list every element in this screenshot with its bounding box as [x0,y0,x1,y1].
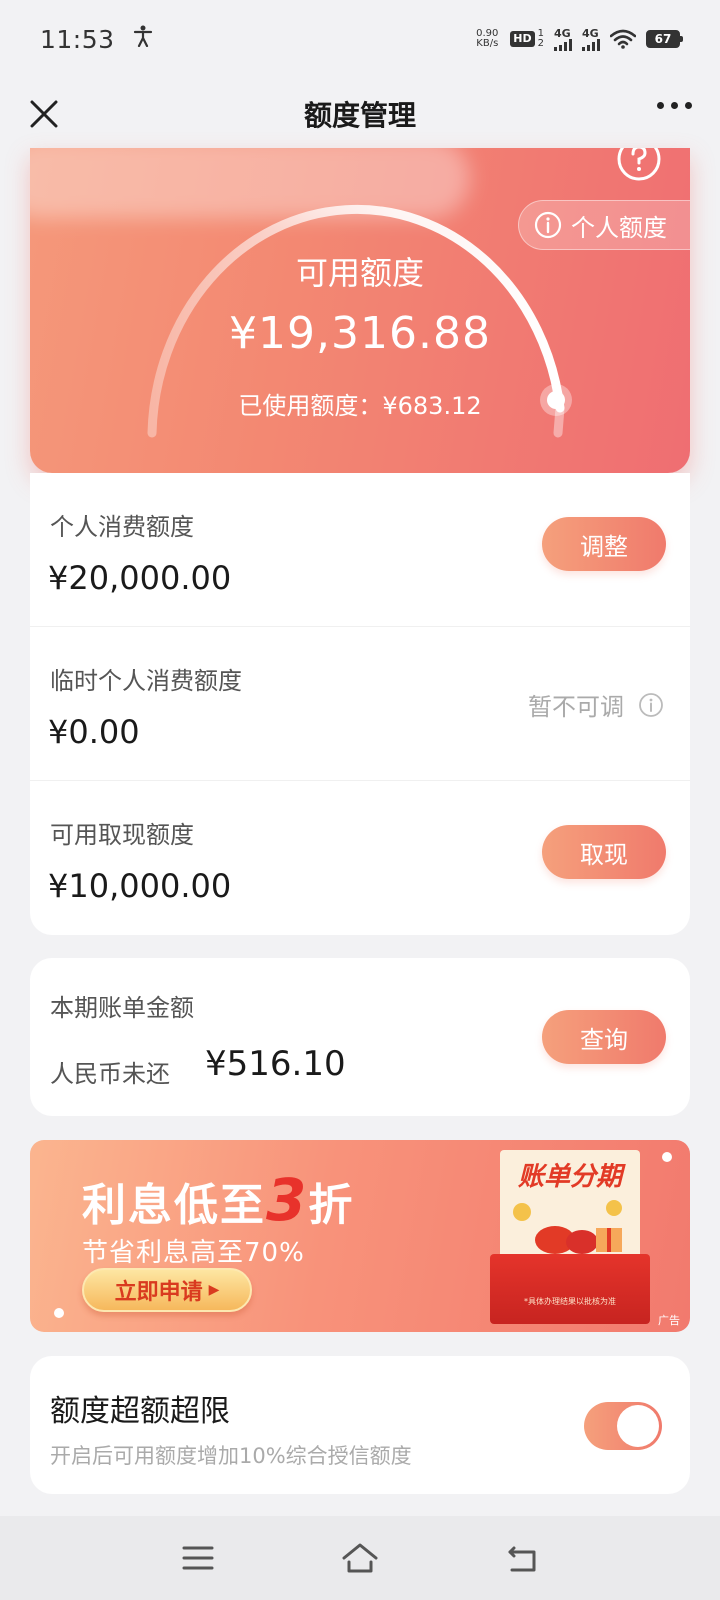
promo-art-note: *具体办理结果以批核为准 [524,1297,616,1306]
nav-bar: 额度管理 [0,78,720,150]
bill-label: 本期账单金额 [50,994,194,1022]
sim-indexes: 1 2 [538,29,544,49]
limit-row-consumer: 个人消费额度 ¥20,000.00 调整 [30,473,690,627]
used-limit-text: 已使用额度：¥683.12 [238,392,482,420]
promo-title: 利息低至3折 [82,1166,354,1234]
net-speed-unit: KB/s [476,38,499,49]
sim2-index: 2 [537,38,544,49]
available-limit-card: 个人额度 可用额度 ¥19,316.88 已使用额度：¥683.12 [30,148,690,473]
more-icon[interactable] [657,102,692,109]
promo-art-title: 账单分期 [517,1162,622,1192]
ad-tag: 广告 [658,1314,680,1327]
adjust-button[interactable]: 调整 [542,517,666,571]
sparkle-icon [54,1308,64,1318]
play-arrow-icon: ▶ [208,1282,220,1298]
red-envelope-icon [490,1254,650,1324]
limit-value: ¥20,000.00 [48,559,232,597]
over-limit-toggle[interactable] [584,1402,662,1450]
hd-icon: HD [510,31,535,47]
toggle-knob [617,1405,659,1447]
home-icon[interactable] [340,1538,380,1578]
available-limit-label: 可用额度 [295,254,424,292]
over-limit-description: 开启后可用额度增加10%综合授信额度 [50,1444,412,1468]
limit-label: 临时个人消费额度 [50,667,242,695]
query-button[interactable]: 查询 [542,1010,666,1064]
help-icon[interactable] [616,148,662,182]
status-icons: 0.90 KB/s HD 1 2 4G 4G 67 [474,28,683,51]
battery-level: 67 [654,32,672,46]
personal-limit-label: 个人额度 [571,213,667,242]
not-adjustable-label: 暂不可调 [528,693,624,721]
withdraw-button[interactable]: 取现 [542,825,666,879]
status-time: 11:53 [40,24,115,54]
sparkle-icon [662,1152,672,1162]
limit-row-cash: 可用取现额度 ¥10,000.00 取现 [30,781,690,935]
over-limit-title: 额度超额超限 [50,1394,230,1429]
available-limit-amount: ¥19,316.88 [229,308,491,359]
installment-promo-banner[interactable]: 利息低至3折 节省利息高至70% 立即申请 ▶ 账单分期 *具体办理结果以批核为… [30,1140,690,1332]
menu-icon[interactable] [178,1538,218,1578]
apply-now-button[interactable]: 立即申请 ▶ [82,1268,252,1312]
promo-subtitle: 节省利息高至70% [82,1238,305,1268]
bill-card: 本期账单金额 人民币未还 ¥516.10 查询 [30,958,690,1116]
limit-label: 可用取现额度 [50,821,194,849]
limit-row-temporary: 临时个人消费额度 ¥0.00 暂不可调 [30,627,690,781]
bill-currency-label: 人民币未还 [50,1060,170,1088]
close-icon[interactable] [22,92,66,136]
page-title: 额度管理 [303,99,416,132]
info-icon [534,211,562,239]
signal-icon-2: 4G [582,28,600,51]
back-icon[interactable] [502,1538,542,1578]
apply-now-label: 立即申请 [114,1280,203,1305]
status-bar: 11:53 0.90 KB/s HD 1 2 4G 4G 67 [0,0,720,78]
promo-title-number: 3 [266,1166,309,1234]
system-nav-bar [0,1516,720,1600]
accessibility-icon [133,25,153,53]
not-adjustable-note: 暂不可调 [528,687,664,722]
battery-icon: 67 [646,30,683,48]
limits-card: 个人消费额度 ¥20,000.00 调整 临时个人消费额度 ¥0.00 暂不可调… [30,473,690,935]
promo-title-prefix: 利息低至 [82,1180,266,1231]
info-icon[interactable] [638,692,664,718]
promo-title-suffix: 折 [308,1180,355,1231]
gift-coins-icon [513,1200,622,1254]
signal1-label: 4G [554,26,571,40]
wifi-icon [610,29,636,49]
signal2-label: 4G [582,26,599,40]
over-limit-card: 额度超额超限 开启后可用额度增加10%综合授信额度 [30,1356,690,1494]
promo-illustration: 账单分期 *具体办理结果以批核为准 [490,1150,650,1326]
bill-amount: ¥516.10 [205,1044,346,1084]
limit-label: 个人消费额度 [50,513,194,541]
network-speed: 0.90 KB/s [474,29,500,49]
personal-limit-button[interactable]: 个人额度 [518,200,690,250]
limit-value: ¥0.00 [48,713,140,751]
signal-icon-1: 4G [554,28,572,51]
limit-value: ¥10,000.00 [48,867,232,905]
